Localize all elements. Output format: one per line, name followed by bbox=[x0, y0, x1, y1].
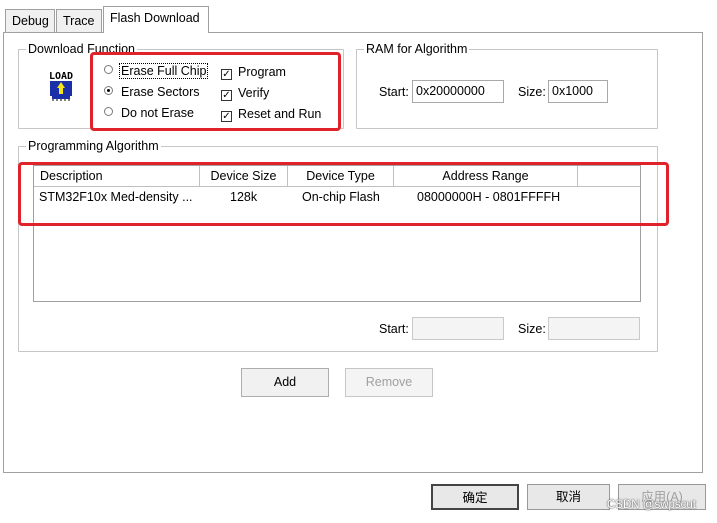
annotation-box-algorithm-row bbox=[18, 162, 669, 226]
tab-trace-label: Trace bbox=[63, 14, 95, 28]
load-icon-text: LOAD bbox=[49, 71, 73, 82]
cancel-button[interactable]: 取消 bbox=[527, 484, 610, 510]
ram-start-label: Start: bbox=[379, 85, 409, 99]
tab-debug-label: Debug bbox=[12, 14, 49, 28]
programming-algorithm-title: Programming Algorithm bbox=[26, 138, 161, 154]
prog-size-input[interactable] bbox=[548, 317, 640, 340]
tab-flash-download[interactable]: Flash Download bbox=[103, 6, 209, 33]
watermark: CSDN @swpscut bbox=[607, 499, 696, 511]
ram-size-input[interactable]: 0x1000 bbox=[548, 80, 608, 103]
ram-algorithm-title: RAM for Algorithm bbox=[364, 41, 470, 57]
prog-start-input[interactable] bbox=[412, 317, 504, 340]
tab-debug[interactable]: Debug bbox=[5, 9, 55, 32]
tab-trace[interactable]: Trace bbox=[56, 9, 102, 32]
ram-size-label: Size: bbox=[518, 85, 546, 99]
remove-button[interactable]: Remove bbox=[345, 368, 433, 397]
load-icon: LOAD bbox=[44, 68, 78, 102]
ram-start-input[interactable]: 0x20000000 bbox=[412, 80, 504, 103]
add-button[interactable]: Add bbox=[241, 368, 329, 397]
annotation-box-download-options bbox=[90, 52, 341, 131]
ok-button[interactable]: 确定 bbox=[431, 484, 519, 510]
prog-size-label: Size: bbox=[518, 322, 546, 336]
tab-flash-download-label: Flash Download bbox=[110, 11, 200, 25]
prog-start-label: Start: bbox=[379, 322, 409, 336]
